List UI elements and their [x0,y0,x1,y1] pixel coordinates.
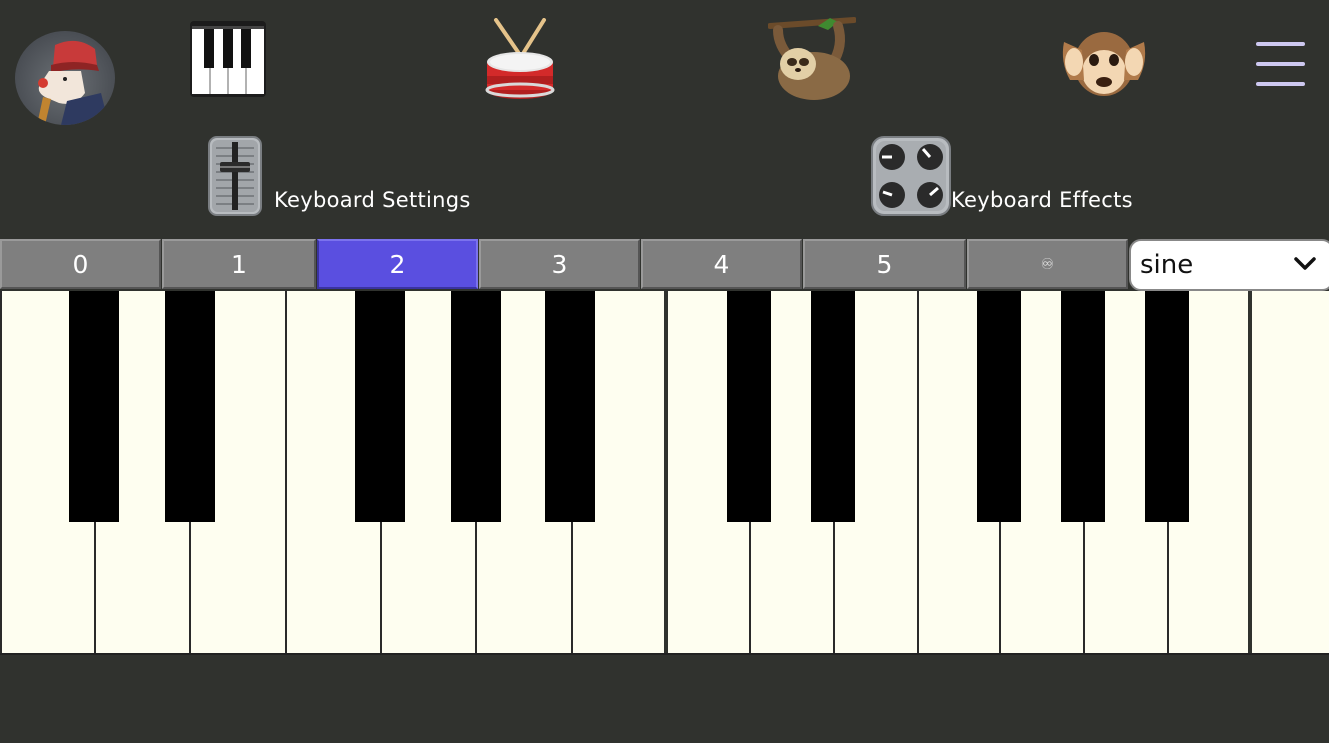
black-key-c-sharp-2[interactable] [727,291,771,522]
chevron-down-icon [1294,257,1316,270]
keyboard-bottom-edge [0,653,1329,655]
black-key-a-sharp-2[interactable] [1145,291,1189,522]
piano-keyboard [0,291,1329,655]
octave-button-5[interactable]: 5 [803,239,966,289]
keyboard-settings-button[interactable]: Keyboard Settings [208,136,471,216]
waveform-selected-value: sine [1140,250,1194,280]
avatar-character-icon [37,40,109,125]
piano-keyboard-icon[interactable] [189,20,267,102]
black-key-d-sharp[interactable] [165,291,215,522]
keyboard-effects-label: Keyboard Effects [951,188,1133,212]
black-key-g-sharp[interactable] [451,291,501,522]
piano-app: Keyboard Settings Keyboard Effects 0 1 2… [0,0,1329,743]
black-key-g-sharp-2[interactable] [1061,291,1105,522]
waveform-select[interactable]: sine [1129,239,1329,291]
octave-selector: 0 1 2 3 4 5 ♾ sine [0,239,1329,291]
user-avatar[interactable] [15,31,115,125]
slider-fader-icon [208,136,262,216]
black-key-d-sharp-2[interactable] [811,291,855,522]
white-key-c3[interactable] [1248,291,1329,654]
octave-button-0[interactable]: 0 [0,239,161,289]
octave-button-4[interactable]: 4 [641,239,802,289]
octave-button-infinite[interactable]: ♾ [967,239,1128,289]
black-key-a-sharp[interactable] [545,291,595,522]
sloth-icon[interactable] [767,16,857,106]
infinity-label: ♾ [1040,255,1055,273]
hamburger-menu-icon[interactable] [1256,42,1306,86]
effects-knobs-icon [871,136,951,216]
black-key-f-sharp-2[interactable] [977,291,1021,522]
octave-button-1[interactable]: 1 [162,239,316,289]
keyboard-effects-button[interactable]: Keyboard Effects [871,136,1133,216]
black-key-c-sharp[interactable] [69,291,119,522]
keyboard-settings-label: Keyboard Settings [274,188,471,212]
black-key-f-sharp[interactable] [355,291,405,522]
hear-no-evil-monkey-icon[interactable] [1060,22,1148,106]
octave-button-2[interactable]: 2 [317,239,478,289]
drum-icon[interactable] [484,18,556,104]
octave-button-3[interactable]: 3 [479,239,640,289]
